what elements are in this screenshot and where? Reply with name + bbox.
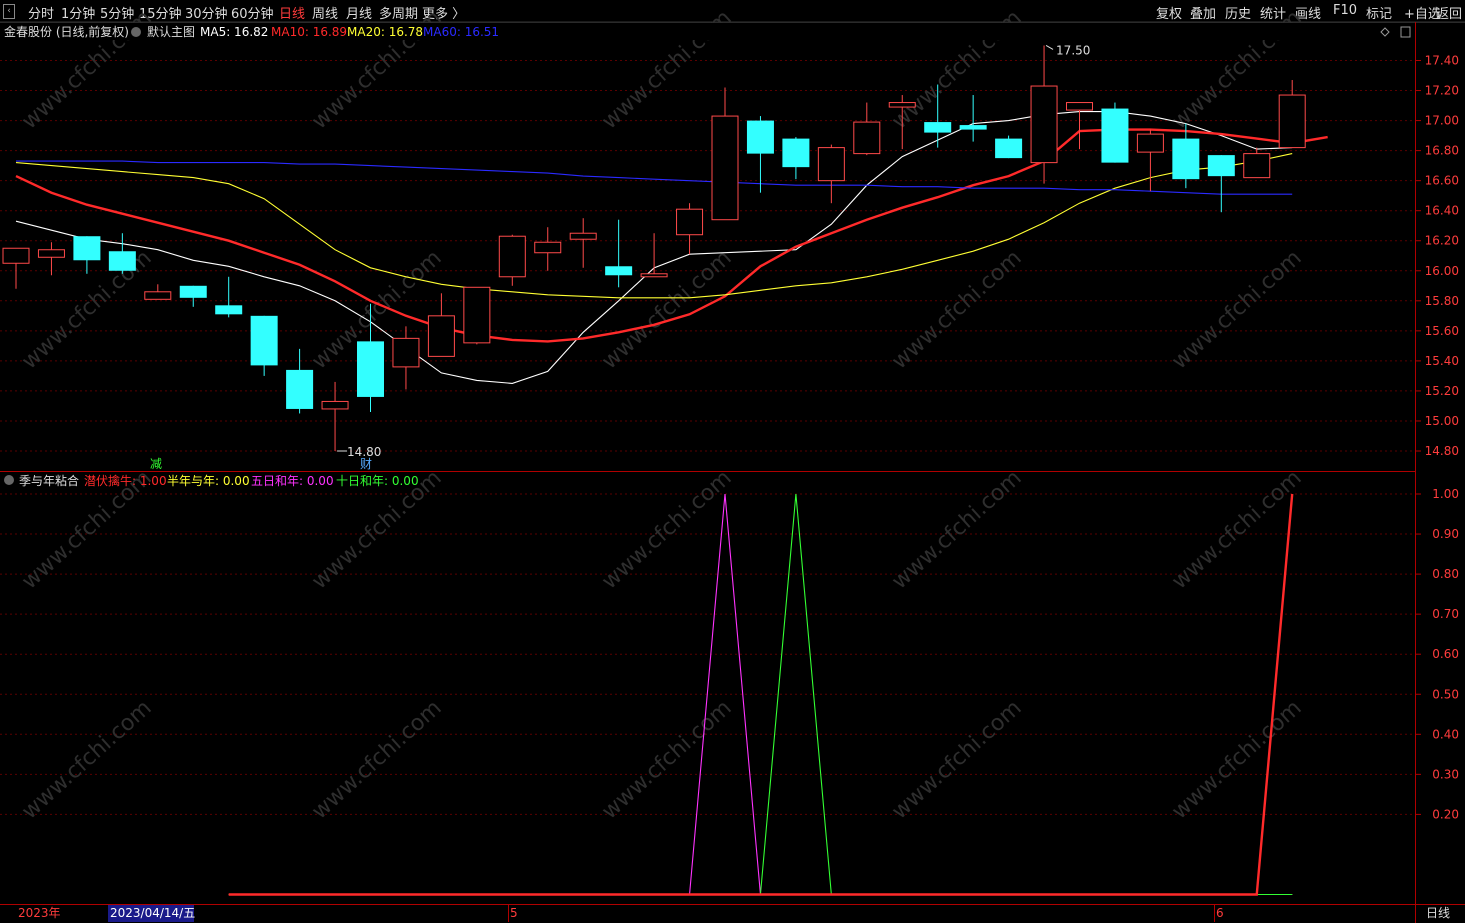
cursor-date-label: 2023/04/14/五	[110, 906, 195, 920]
main-tick-label-6: 16.00	[1425, 264, 1459, 278]
candle-body-1	[37, 249, 65, 258]
candle-body-13	[463, 286, 491, 344]
candle-body-24	[853, 121, 881, 155]
event-mark-jian: 减	[150, 457, 162, 471]
indicator-dropdown-icon	[4, 475, 14, 485]
candle-body-25	[888, 102, 916, 108]
candle-body-0	[2, 247, 30, 264]
candle-body-8	[286, 369, 314, 409]
ma-legend-1: MA10: 16.89	[271, 25, 347, 39]
main-tick-label-0: 14.80	[1425, 444, 1459, 458]
axis-month-5: 5	[510, 906, 518, 920]
high-marker	[1045, 45, 1054, 50]
ma-legend-2: MA20: 16.78	[347, 25, 423, 39]
sub-tick-label-7: 0.90	[1432, 527, 1459, 541]
watermark-15: www.cfchi.com	[17, 696, 156, 825]
template-dropdown-icon	[131, 27, 141, 37]
candle-body-2	[73, 236, 101, 261]
watermark-12: www.cfchi.com	[597, 466, 736, 595]
candle-body-5	[179, 285, 207, 298]
candle-body-33	[1172, 138, 1200, 180]
candle-body-4	[144, 291, 172, 300]
sub-tick-label-6: 0.80	[1432, 567, 1459, 581]
main-tick-label-5: 15.80	[1425, 294, 1459, 308]
candle-body-7	[250, 315, 278, 366]
candle-body-17	[605, 266, 633, 276]
candle-body-11	[392, 337, 420, 368]
watermark-17: www.cfchi.com	[597, 696, 736, 825]
sub-tick-label-1: 0.30	[1432, 767, 1459, 781]
candle-body-14	[498, 235, 526, 278]
main-tick-label-11: 17.00	[1425, 114, 1459, 128]
ma-legend-0: MA5: 16.82	[200, 25, 268, 39]
stock-title: 金春股份 (日线,前复权)	[4, 24, 129, 39]
watermark-8: www.cfchi.com	[887, 246, 1026, 375]
candle-body-28	[995, 138, 1023, 159]
candle-body-9	[321, 400, 349, 410]
candle-body-26	[924, 122, 952, 133]
main-tick-label-13: 17.40	[1425, 54, 1459, 68]
main-tick-label-4: 15.60	[1425, 324, 1459, 338]
candle-body-3	[108, 251, 136, 271]
main-tick-label-3: 15.40	[1425, 354, 1459, 368]
main-tick-label-9: 16.60	[1425, 174, 1459, 188]
sub-tick-label-8: 1.00	[1432, 487, 1459, 501]
candle-body-10	[357, 341, 384, 397]
indicator-legend-1: 半年与年: 0.00	[167, 474, 250, 488]
sub-tick-label-5: 0.70	[1432, 607, 1459, 621]
main-tick-label-10: 16.80	[1425, 144, 1459, 158]
ma-line-MA60	[16, 160, 1293, 195]
candle-body-6	[215, 305, 243, 315]
watermark-18: www.cfchi.com	[887, 696, 1026, 825]
sub-tick-label-2: 0.40	[1432, 727, 1459, 741]
high-label: 17.50	[1056, 43, 1090, 57]
indicator-legend-0: 潜伏擒牛: 1.00	[84, 473, 167, 488]
candle-body-34	[1207, 155, 1235, 177]
candle-body-20	[711, 115, 739, 221]
indicator-legend-2: 五日和年: 0.00	[251, 474, 334, 488]
candle-body-35	[1243, 153, 1271, 179]
event-mark-cai: 财	[360, 457, 372, 471]
candle-body-21	[746, 120, 774, 154]
indicator-name: 季与年粘合	[19, 473, 79, 488]
ma-legend-3: MA60: 16.51	[423, 25, 499, 39]
indicator-legend-3: 十日和年: 0.00	[336, 474, 419, 488]
period-label: 日线	[1426, 906, 1450, 920]
candle-body-15	[534, 241, 562, 254]
sub-tick-label-4: 0.60	[1432, 647, 1459, 661]
candle-body-32	[1136, 133, 1164, 153]
candle-body-36	[1278, 94, 1306, 149]
candle-body-16	[569, 232, 597, 240]
candle-body-22	[782, 138, 810, 168]
candle-body-18	[640, 273, 668, 278]
watermark-9: www.cfchi.com	[1167, 246, 1306, 375]
main-tick-label-2: 15.20	[1425, 384, 1459, 398]
candle-body-27	[959, 125, 987, 130]
axis-year-label: 2023年	[18, 906, 61, 920]
main-tick-label-8: 16.40	[1425, 204, 1459, 218]
candle-body-12	[427, 315, 455, 357]
main-tick-label-7: 16.20	[1425, 234, 1459, 248]
sub-tick-label-3: 0.50	[1432, 687, 1459, 701]
template-label: 默认主图	[147, 24, 195, 39]
sub-tick-label-0: 0.20	[1432, 807, 1459, 821]
candle-body-31	[1101, 108, 1129, 163]
watermark-19: www.cfchi.com	[1167, 696, 1306, 825]
watermark-16: www.cfchi.com	[307, 696, 446, 825]
axis-month-6: 6	[1216, 906, 1224, 920]
chart-canvas: 14.80 15.00 15.20 15.40 15.60 15.80 16.00 16.20…	[0, 6, 1465, 923]
candle-body-29	[1030, 85, 1058, 164]
candle-body-30	[1066, 102, 1093, 111]
watermark-13: www.cfchi.com	[887, 466, 1026, 595]
main-tick-label-1: 15.00	[1425, 414, 1459, 428]
candle-body-23	[817, 147, 845, 182]
candle-body-19	[676, 208, 704, 236]
main-tick-label-12: 17.20	[1425, 84, 1459, 98]
